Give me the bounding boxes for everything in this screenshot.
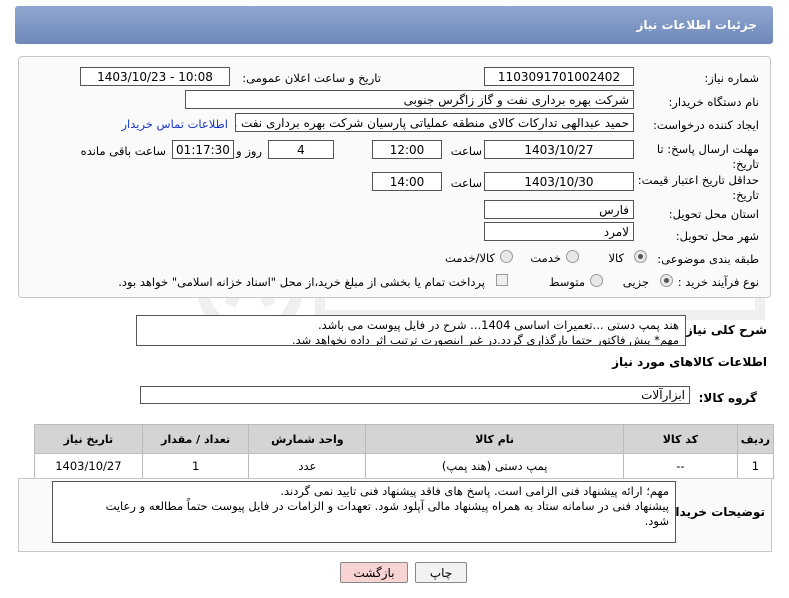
remaining-time-label: ساعت باقی مانده xyxy=(80,144,166,158)
city-field[interactable]: لامرد xyxy=(484,222,634,241)
buyer-contact-link[interactable]: اطلاعات تماس خریدار xyxy=(121,117,228,131)
goods-table: ردیف کد کالا نام کالا واحد شمارش تعداد /… xyxy=(34,424,775,479)
category-option-goods: کالا xyxy=(608,251,624,265)
buyer-notes-line-3: شود. xyxy=(644,514,669,528)
page-header: جزئیات اطلاعات نیاز xyxy=(15,6,773,44)
column-header-code: کد کالا xyxy=(623,424,738,454)
goods-table-header: ردیف کد کالا نام کالا واحد شمارش تعداد /… xyxy=(34,424,775,454)
province-field[interactable]: فارس xyxy=(484,200,634,219)
back-button[interactable]: بازگشت xyxy=(340,562,408,583)
goods-section-title: اطلاعات کالاهای مورد نیاز xyxy=(612,355,767,369)
buyer-notes-line-2: پیشنهاد فنی در سامانه ستاد به همراه پیشن… xyxy=(105,499,669,513)
buyer-org-label: نام دستگاه خریدار: xyxy=(668,95,759,109)
cell-quantity: 1 xyxy=(141,453,250,479)
province-label: استان محل تحویل: xyxy=(668,207,759,221)
process-label: نوع فرآیند خرید : xyxy=(677,275,759,289)
process-option-minor: جزیی xyxy=(622,275,649,289)
days-label: روز و xyxy=(236,144,262,158)
print-button[interactable]: چاپ xyxy=(415,562,467,583)
city-label: شهر محل تحویل: xyxy=(675,229,759,243)
column-header-date: تاریخ نیاز xyxy=(34,424,143,454)
category-label: طبقه بندی موضوعی: xyxy=(657,252,759,266)
category-option-goods-service: کالا/خدمت xyxy=(444,251,495,265)
creator-field[interactable]: حمید عبدالهی تدارکات کالای منطقه عملیاتی… xyxy=(235,113,634,132)
validity-date-field[interactable]: 1403/10/30 xyxy=(484,172,634,191)
days-remaining-field[interactable]: 4 xyxy=(268,140,334,159)
validity-time-label: ساعت xyxy=(450,176,482,190)
table-row[interactable]: 1 -- پمپ دستی (هند پمپ) عدد 1 1403/10/27 xyxy=(34,453,775,479)
buyer-notes-line-1: مهم؛ ارائه پیشنهاد فنی الزامی است. پاسخ … xyxy=(280,484,669,498)
goods-group-field[interactable]: ابزارآلات xyxy=(140,386,690,404)
buyer-notes-label: توضیحات خریدار: xyxy=(663,505,765,519)
need-number-field[interactable]: 1103091701002402 xyxy=(484,67,634,86)
description-label: شرح کلی نیاز: xyxy=(681,323,767,337)
column-header-unit: واحد شمارش xyxy=(248,424,367,454)
description-line-1: هند پمپ دستی ...تعمیرات اساسی 1404... شر… xyxy=(317,318,679,332)
deadline-label: مهلت ارسال پاسخ: تا تاریخ: xyxy=(656,142,759,171)
cell-date: 1403/10/27 xyxy=(34,453,143,479)
cell-code: -- xyxy=(623,453,738,479)
remaining-time-field[interactable]: 01:17:30 xyxy=(172,140,234,159)
process-radio-minor[interactable] xyxy=(660,274,673,287)
description-textarea[interactable]: هند پمپ دستی ...تعمیرات اساسی 1404... شر… xyxy=(136,315,686,346)
category-radio-service[interactable] xyxy=(566,250,579,263)
buyer-notes-textarea[interactable]: مهم؛ ارائه پیشنهاد فنی الزامی است. پاسخ … xyxy=(52,481,676,543)
category-radio-goods[interactable] xyxy=(634,250,647,263)
category-radio-goods-service[interactable] xyxy=(500,250,513,263)
column-header-row: ردیف xyxy=(736,424,775,454)
creator-label: ایجاد کننده درخواست: xyxy=(653,118,759,132)
description-line-2: مهم* پیش فاکتور حتما بارگذاری گردد.در غی… xyxy=(291,333,679,346)
column-header-quantity: تعداد / مقدار xyxy=(141,424,250,454)
announce-datetime-field[interactable]: 1403/10/23 - 10:08 xyxy=(80,67,230,86)
category-option-service: خدمت xyxy=(530,251,561,265)
process-radio-medium[interactable] xyxy=(590,274,603,287)
cell-unit: عدد xyxy=(248,453,367,479)
deadline-time-label: ساعت xyxy=(450,144,482,158)
treasury-payment-note: پرداخت تمام یا بخشی از مبلغ خرید،از محل … xyxy=(118,275,485,289)
treasury-payment-checkbox[interactable] xyxy=(496,274,508,286)
column-header-name: نام کالا xyxy=(365,424,624,454)
announce-label: تاریخ و ساعت اعلان عمومی: xyxy=(242,71,381,85)
deadline-date-field[interactable]: 1403/10/27 xyxy=(484,140,634,159)
cell-row-number: 1 xyxy=(736,453,775,479)
goods-group-label: گروه کالا: xyxy=(698,391,757,405)
page-title: جزئیات اطلاعات نیاز xyxy=(636,18,757,32)
process-option-medium: متوسط xyxy=(548,275,585,289)
cell-name: پمپ دستی (هند پمپ) xyxy=(365,453,624,479)
deadline-time-field[interactable]: 12:00 xyxy=(372,140,442,159)
need-number-label: شماره نیاز: xyxy=(704,71,759,85)
validity-time-field[interactable]: 14:00 xyxy=(372,172,442,191)
buyer-org-field[interactable]: شرکت بهره برداری نفت و گاز زاگرس جنوبی xyxy=(185,90,634,109)
